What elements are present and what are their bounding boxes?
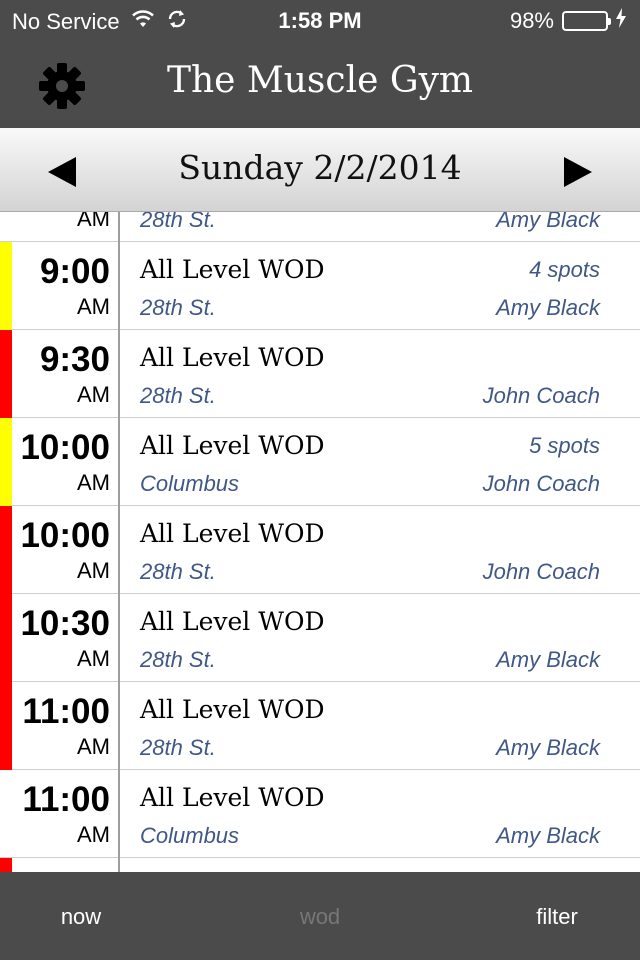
next-day-button[interactable]: [558, 152, 598, 192]
class-row[interactable]: 10:00 AM All Level WOD 28th St. John Coa…: [0, 506, 640, 594]
class-coach: Amy Black: [496, 295, 600, 320]
class-location: 28th St.: [140, 212, 216, 232]
class-name: All Level WOD: [140, 607, 325, 636]
row-divider: [118, 418, 120, 506]
class-ampm: AM: [77, 382, 110, 407]
row-divider: [118, 506, 120, 594]
class-location: 28th St.: [140, 383, 216, 408]
class-row[interactable]: AM 28th St. Amy Black: [0, 212, 640, 242]
row-divider: [118, 770, 120, 858]
class-row[interactable]: [0, 858, 640, 872]
tab-now[interactable]: now: [11, 904, 151, 930]
row-divider: [118, 242, 120, 330]
class-name: All Level WOD: [140, 431, 325, 460]
row-divider: [118, 682, 120, 770]
class-list[interactable]: AM 28th St. Amy Black 9:00 AM All Level …: [0, 212, 640, 872]
class-ampm: AM: [77, 734, 110, 759]
class-location: Columbus: [140, 823, 240, 848]
charging-icon: [616, 8, 626, 34]
triangle-right-icon: [564, 157, 592, 187]
date-bar: Sunday 2/2/2014: [0, 128, 640, 212]
class-time: 10:00: [20, 516, 110, 555]
class-time: 9:30: [39, 340, 110, 379]
class-time: 10:30: [20, 604, 110, 643]
class-name: All Level WOD: [140, 255, 325, 284]
row-divider: [118, 594, 120, 682]
class-name: All Level WOD: [140, 783, 325, 812]
row-divider: [118, 858, 120, 872]
nav-bar: The Muscle Gym: [0, 40, 640, 128]
tab-bar: now wod filter: [0, 872, 640, 960]
class-location: 28th St.: [140, 647, 216, 672]
class-location: 28th St.: [140, 559, 216, 584]
row-divider: [118, 330, 120, 418]
class-time: 9:00: [39, 252, 110, 291]
class-row[interactable]: 10:00 AM All Level WOD 5 spots Columbus …: [0, 418, 640, 506]
tab-filter[interactable]: filter: [487, 904, 627, 930]
class-ampm: AM: [77, 470, 110, 495]
class-location: Columbus: [140, 471, 240, 496]
class-coach: John Coach: [482, 471, 600, 496]
tab-wod[interactable]: wod: [250, 904, 390, 930]
class-ampm: AM: [77, 558, 110, 583]
class-ampm: AM: [77, 212, 110, 231]
class-row[interactable]: 11:00 AM All Level WOD 28th St. Amy Blac…: [0, 682, 640, 770]
class-row[interactable]: 11:00 AM All Level WOD Columbus Amy Blac…: [0, 770, 640, 858]
class-coach: John Coach: [482, 383, 600, 408]
availability-flag: [0, 858, 12, 872]
class-row[interactable]: 9:30 AM All Level WOD 28th St. John Coac…: [0, 330, 640, 418]
class-time: 10:00: [20, 428, 110, 467]
status-bar: No Service 1:58 PM 98%: [0, 0, 640, 40]
class-coach: Amy Black: [496, 647, 600, 672]
battery-icon: [562, 11, 611, 31]
class-name: All Level WOD: [140, 695, 325, 724]
class-name: All Level WOD: [140, 519, 325, 548]
class-row[interactable]: 10:30 AM All Level WOD 28th St. Amy Blac…: [0, 594, 640, 682]
spots-left: 5 spots: [529, 433, 600, 458]
class-coach: John Coach: [482, 559, 600, 584]
battery-percent: 98%: [509, 8, 554, 33]
class-coach: Amy Black: [496, 212, 600, 232]
class-ampm: AM: [77, 294, 110, 319]
date-title: Sunday 2/2/2014: [178, 148, 462, 187]
class-coach: Amy Black: [496, 735, 600, 760]
class-row[interactable]: 9:00 AM All Level WOD 4 spots 28th St. A…: [0, 242, 640, 330]
class-location: 28th St.: [140, 295, 216, 320]
class-ampm: AM: [77, 822, 110, 847]
class-ampm: AM: [77, 646, 110, 671]
row-divider: [118, 212, 120, 242]
class-time: 11:00: [22, 692, 110, 731]
class-location: 28th St.: [140, 735, 216, 760]
app-title: The Muscle Gym: [166, 60, 474, 101]
status-right: 98%: [510, 8, 626, 34]
class-time: 11:00: [22, 780, 110, 819]
class-name: All Level WOD: [140, 343, 325, 372]
class-coach: Amy Black: [496, 823, 600, 848]
spots-left: 4 spots: [529, 257, 600, 282]
